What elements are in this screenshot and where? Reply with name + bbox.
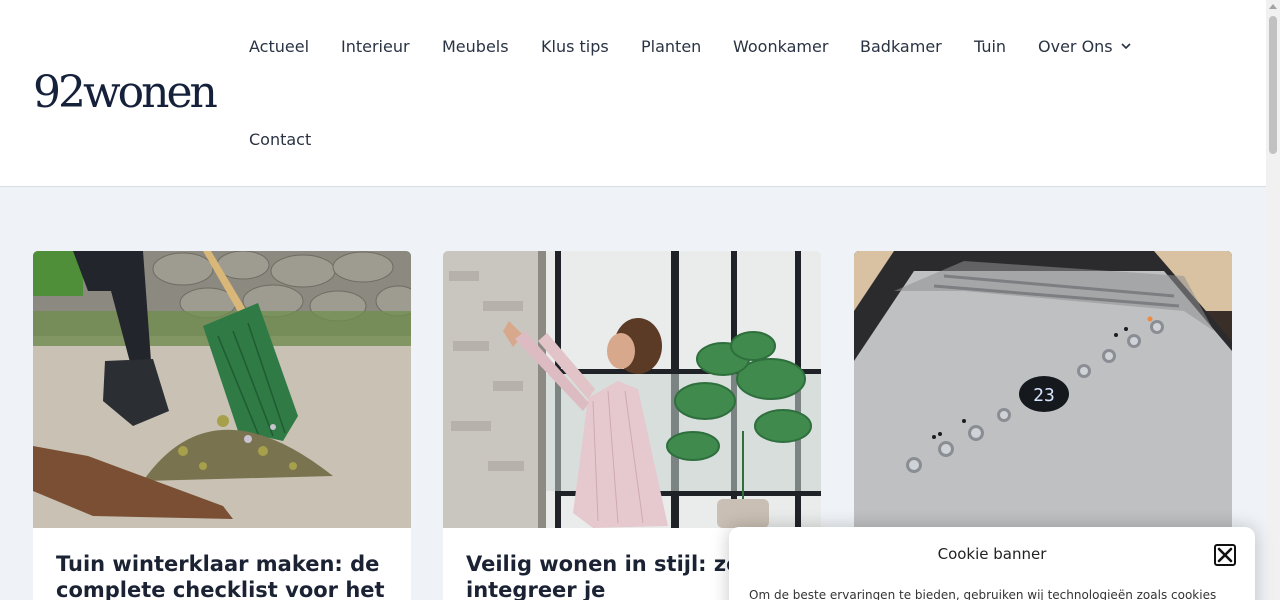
device-display-value: 23 [1033,385,1055,406]
page-scrollbar[interactable] [1266,0,1280,600]
cookie-banner: Cookie banner Om de beste ervaringen te … [729,527,1255,600]
nav-item-over-ons[interactable]: Over Ons [1038,37,1131,56]
close-icon[interactable] [1214,544,1236,566]
nav-item-tuin[interactable]: Tuin [974,37,1006,57]
chevron-down-icon [1121,43,1131,50]
scroll-up-arrow-icon[interactable] [1269,4,1277,9]
nav-item-actueel[interactable]: Actueel [249,37,309,57]
garden-raking-image[interactable] [33,251,411,528]
article-title[interactable]: Tuin winterklaar maken: de complete chec… [56,551,396,600]
nav-item-meubels[interactable]: Meubels [442,37,509,57]
dehumidifier-control-panel-image[interactable]: 23 [854,251,1232,528]
cookie-banner-text: Om de beste ervaringen te bieden, gebrui… [749,588,1217,600]
nav-item-woonkamer[interactable]: Woonkamer [733,37,828,57]
nav-item-badkamer[interactable]: Badkamer [860,37,942,57]
nav-item-klus-tips[interactable]: Klus tips [541,37,609,57]
scroll-thumb[interactable] [1269,16,1277,154]
nav-item-contact[interactable]: Contact [249,130,311,150]
cookie-banner-title: Cookie banner [937,545,1047,563]
article-card[interactable]: Tuin winterklaar maken: de complete chec… [33,251,411,600]
nav-item-interieur[interactable]: Interieur [341,37,410,57]
woman-touching-wall-image[interactable] [443,251,821,528]
nav-item-label: Over Ons [1038,37,1113,56]
site-logo[interactable]: 92wonen [33,66,218,120]
nav-item-planten[interactable]: Planten [641,37,701,57]
site-header: 92wonen Actueel Interieur Meubels Klus t… [0,0,1266,187]
